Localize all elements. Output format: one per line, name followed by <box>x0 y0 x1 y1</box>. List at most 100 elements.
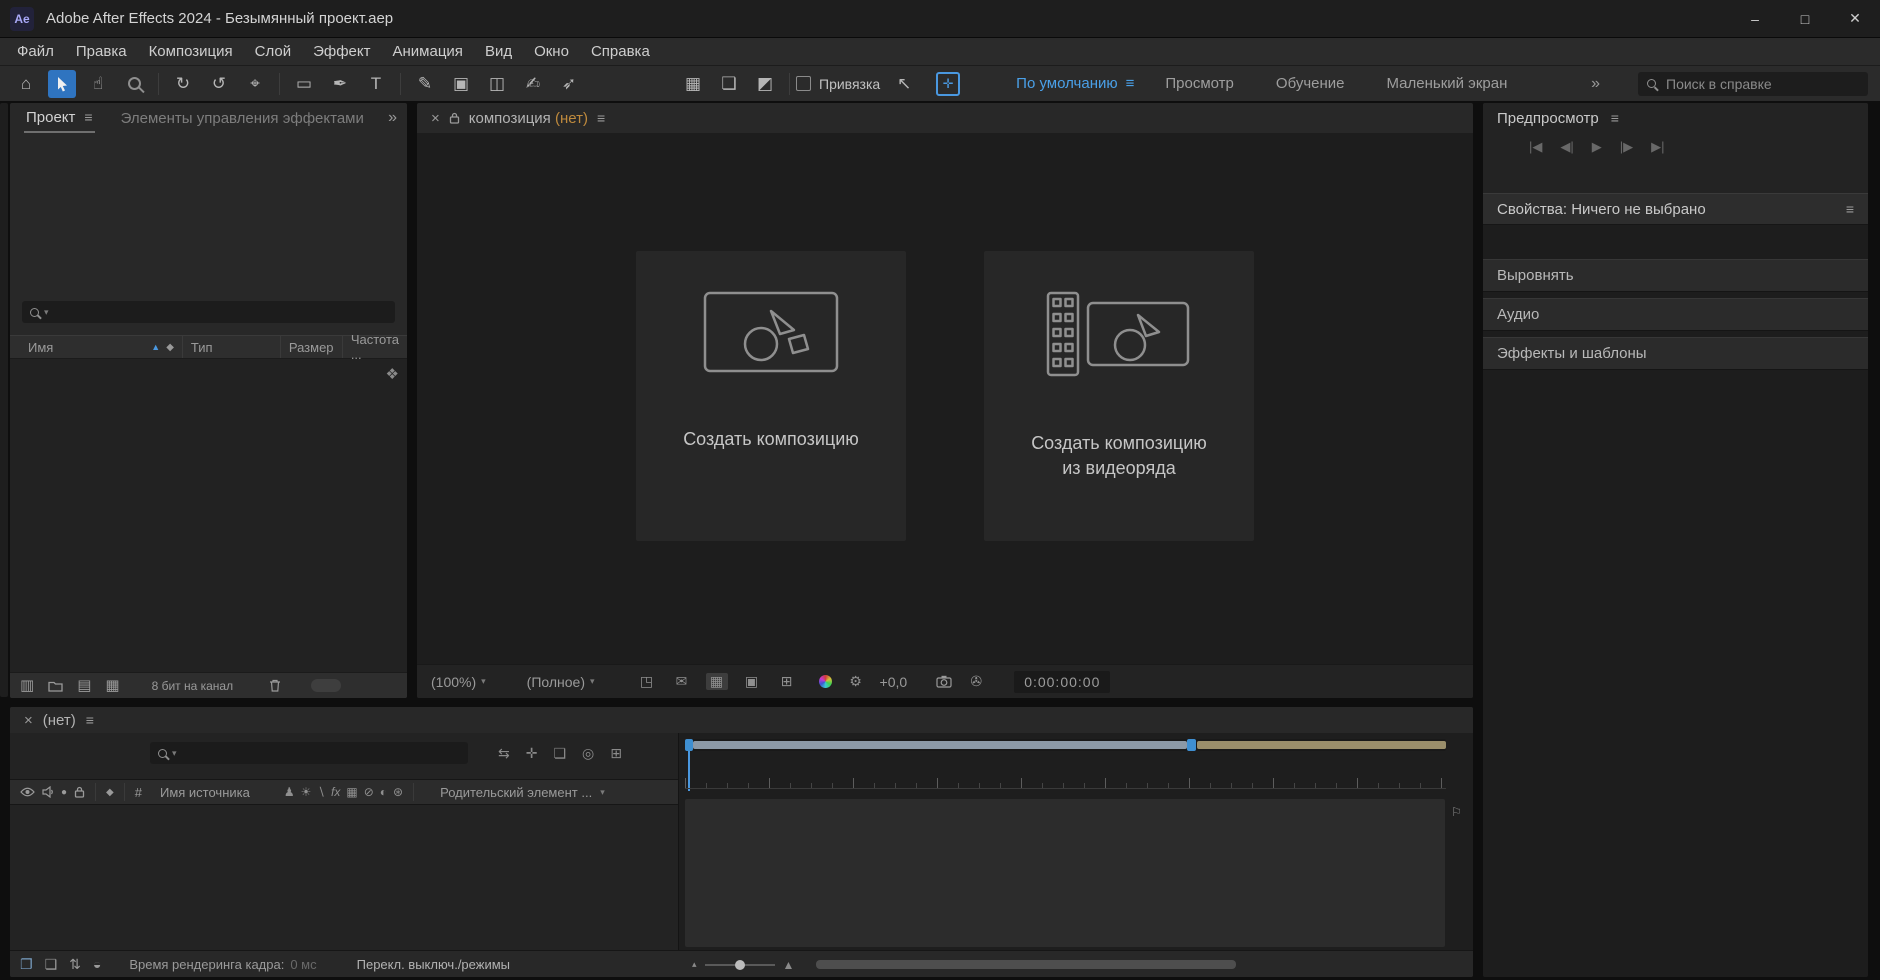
roto-brush-tool-button[interactable]: ✍ <box>515 70 551 98</box>
exposure-value[interactable]: +0,0 <box>880 674 908 690</box>
clone-stamp-tool-button[interactable]: ▣ <box>443 70 479 98</box>
timeline-graph-area[interactable] <box>685 799 1445 947</box>
hide-shy-layers-icon[interactable]: ❏ <box>553 745 566 762</box>
timeline-panel-menu-icon[interactable]: ≡ <box>86 712 94 728</box>
menu-item-window[interactable]: Окно <box>523 43 580 60</box>
eraser-tool-button[interactable]: ◫ <box>479 70 515 98</box>
new-composition-from-footage-card[interactable]: Создать композицию из видеоряда <box>984 251 1254 541</box>
last-frame-button[interactable]: ▶| <box>1651 139 1664 155</box>
home-button[interactable]: ⌂ <box>8 70 44 98</box>
composition-panel-menu-icon[interactable]: ≡ <box>597 110 605 126</box>
new-composition-icon[interactable]: ▤ <box>77 678 91 693</box>
video-eye-icon[interactable] <box>20 787 35 797</box>
new-folder-icon[interactable] <box>48 680 63 692</box>
properties-panel-header[interactable]: Свойства: Ничего не выбрано ≡ <box>1483 193 1868 225</box>
help-search-input[interactable] <box>1664 74 1859 93</box>
type-tool-button[interactable]: T <box>358 70 394 98</box>
sort-ascending-icon[interactable]: ▲ <box>151 342 160 352</box>
parent-link-column[interactable]: Родительский элемент ... ▾ <box>440 785 605 800</box>
blend-mode-icon[interactable]: ⊛ <box>393 785 403 799</box>
snapshot-camera-icon[interactable] <box>936 675 952 688</box>
snap-checkbox[interactable] <box>796 76 811 91</box>
column-type[interactable]: Тип <box>181 336 280 358</box>
collapsed-panel-strip[interactable] <box>0 103 8 697</box>
tab-project[interactable]: Проект ≡ <box>24 103 95 133</box>
workspace-default[interactable]: По умолчанию <box>1016 75 1117 92</box>
mask-visibility-icon[interactable]: ▣ <box>741 673 763 690</box>
layer-number-column[interactable]: # <box>135 785 142 800</box>
3d-layer-icon[interactable]: ◐ <box>380 785 387 799</box>
rectangle-mask-tool-button[interactable]: ▭ <box>286 70 322 98</box>
layer-switch-c-icon[interactable]: ◩ <box>747 70 783 98</box>
time-ruler[interactable] <box>685 753 1446 789</box>
transfer-controls-icon[interactable]: ⇅ <box>69 956 81 973</box>
workspace-menu-icon[interactable]: ≡ <box>1126 75 1135 92</box>
new-composition-card[interactable]: Создать композицию <box>636 251 906 541</box>
timeline-hscroll-thumb[interactable] <box>816 960 1236 969</box>
channel-color-icon[interactable] <box>818 675 832 688</box>
region-of-interest-button[interactable]: ✛ <box>936 71 961 96</box>
show-snapshot-icon[interactable]: ✇ <box>965 673 987 690</box>
orbit-camera-tool-button[interactable]: ↺ <box>201 70 237 98</box>
comp-marker-bin-icon[interactable]: ⚐ <box>1451 805 1462 819</box>
align-panel-header[interactable]: Выровнять <box>1483 259 1868 292</box>
menu-item-edit[interactable]: Правка <box>65 43 138 60</box>
adjustment-layer-icon[interactable]: ⊘ <box>364 785 374 799</box>
zoom-in-mountain-icon[interactable]: ▲ <box>783 958 795 972</box>
composition-mini-flowchart-icon[interactable]: ⇆ <box>498 745 510 762</box>
expand-layers-icon[interactable]: ❐ <box>20 956 33 973</box>
column-frame-rate[interactable]: Частота ... <box>341 332 407 362</box>
minimize-button[interactable]: – <box>1730 0 1780 38</box>
magnification-dropdown[interactable]: (100%) ▾ <box>431 674 486 690</box>
close-tab-icon[interactable]: × <box>24 712 33 729</box>
puppet-pin-tool-button[interactable]: ➶ <box>551 70 587 98</box>
timeline-tab-label[interactable]: (нет) <box>43 712 76 729</box>
brush-tool-button[interactable]: ✎ <box>407 70 443 98</box>
maximize-button[interactable]: □ <box>1780 0 1830 38</box>
audio-panel-header[interactable]: Аудио <box>1483 298 1868 331</box>
fast-previews-icon[interactable]: ⚙ <box>845 673 867 690</box>
menu-item-effect[interactable]: Эффект <box>302 43 381 60</box>
zoom-tool-button[interactable] <box>116 70 152 98</box>
preview-panel-menu-icon[interactable]: ≡ <box>1611 110 1619 126</box>
region-of-interest-icon[interactable]: ✉ <box>671 673 693 690</box>
interpret-footage-icon[interactable]: ▥ <box>20 678 34 693</box>
first-frame-button[interactable]: |◀ <box>1529 139 1542 155</box>
column-size[interactable]: Размер <box>279 336 342 358</box>
close-button[interactable]: ✕ <box>1830 0 1880 38</box>
solo-icon[interactable]: ● <box>61 787 67 798</box>
zoom-slider-track[interactable] <box>704 959 775 970</box>
graph-editor-icon[interactable]: ❏ <box>45 956 58 973</box>
view-layout-icon[interactable]: ⊞ <box>776 673 798 690</box>
current-timecode[interactable]: 0:00:00:00 <box>1014 670 1111 693</box>
close-tab-icon[interactable]: × <box>431 110 440 127</box>
play-button[interactable]: ▶ <box>1592 139 1602 155</box>
color-depth-label[interactable]: 8 бит на канал <box>152 679 234 693</box>
composition-tab[interactable]: композиция (нет) <box>469 110 588 127</box>
work-area-start-handle[interactable] <box>685 739 693 751</box>
workspace-learn[interactable]: Обучение <box>1276 75 1345 92</box>
source-name-column[interactable]: Имя источника <box>160 785 250 800</box>
frame-blend-icon[interactable]: ∖ <box>317 785 325 799</box>
label-column-icon[interactable]: ◆ <box>166 342 174 353</box>
selection-tool-button[interactable] <box>48 69 76 98</box>
motion-blur-icon[interactable]: ▦ <box>346 785 357 799</box>
hand-tool-button[interactable]: ☝ <box>80 70 116 98</box>
outside-work-area-bar[interactable] <box>1197 741 1446 749</box>
transparency-grid-icon[interactable]: ▦ <box>705 673 728 690</box>
pan-behind-tool-button[interactable]: ⌖ <box>237 70 273 98</box>
search-caret-icon[interactable]: ▾ <box>172 748 177 759</box>
lock-icon[interactable] <box>74 786 85 798</box>
effects-presets-panel-header[interactable]: Эффекты и шаблоны <box>1483 337 1868 370</box>
project-search-input[interactable] <box>53 303 387 321</box>
resolution-dropdown[interactable]: (Полное) ▾ <box>527 674 595 690</box>
work-area-end-handle[interactable] <box>1187 739 1196 751</box>
toggle-switches-modes-button[interactable]: Перекл. выключ./режимы <box>357 957 510 972</box>
quality-icon[interactable]: ☀ <box>301 785 312 799</box>
project-tabs-overflow-icon[interactable]: » <box>388 109 397 127</box>
project-settings-icon[interactable]: ▦ <box>105 678 119 693</box>
menu-item-help[interactable]: Справка <box>580 43 661 60</box>
timeline-search-input[interactable] <box>181 744 460 762</box>
effects-fx-icon[interactable]: fx <box>331 785 340 799</box>
menu-item-file[interactable]: Файл <box>6 43 65 60</box>
